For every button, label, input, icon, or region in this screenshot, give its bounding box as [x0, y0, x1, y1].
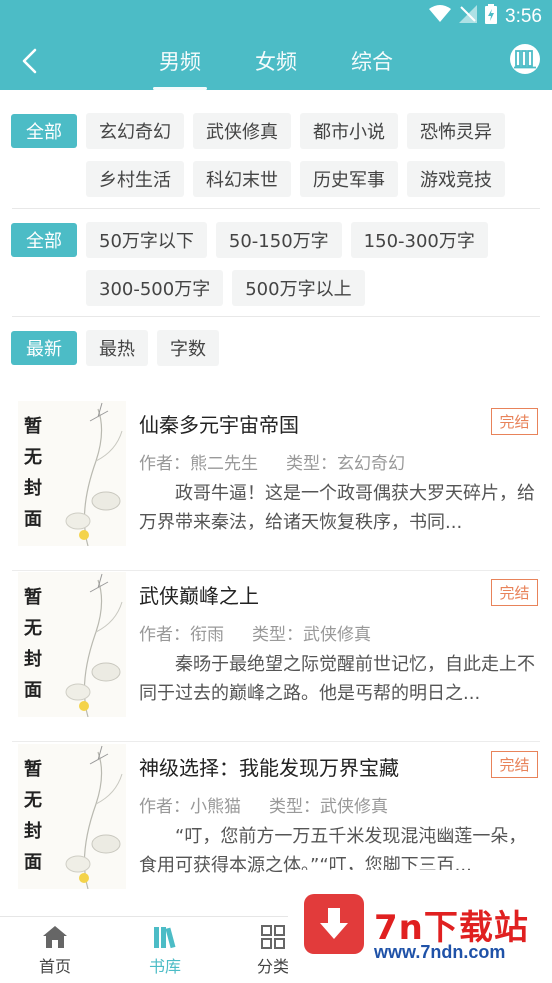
status-icons: 3:56 — [429, 4, 542, 29]
header: 男频 女频 综合 — [0, 32, 552, 90]
sort-hot-chip[interactable]: 最热 — [86, 330, 148, 366]
book-item[interactable]: 暂无封面 武侠巅峰之上 完结 作者：衔雨 类型：武侠修真 秦旸于最绝望之际觉醒前… — [0, 572, 552, 742]
channel-tabs: 男频 女频 综合 — [0, 32, 552, 90]
tab-female[interactable]: 女频 — [255, 32, 297, 90]
cover-placeholder-text: 暂无封面 — [24, 416, 42, 530]
divider — [12, 208, 540, 209]
genre-chip[interactable]: 科幻末世 — [193, 161, 291, 197]
book-item[interactable]: 暂无封面 仙秦多元宇宙帝国 完结 作者：熊二先生 类型：玄幻奇幻 政哥牛逼！这是… — [0, 401, 552, 571]
watermark-url: www.7ndn.com — [374, 942, 506, 962]
book-description: 秦旸于最绝望之际觉醒前世记忆，自此走上不同于过去的巅峰之路。他是丐帮的明日之..… — [139, 654, 535, 704]
genre-chip[interactable]: 乡村生活 — [86, 161, 184, 197]
book-cover: 暂无封面 — [18, 572, 126, 717]
length-chip[interactable]: 50万字以下 — [86, 222, 207, 258]
book-author: 作者：小熊猫 — [139, 797, 241, 817]
length-chip[interactable]: 150-300万字 — [350, 222, 488, 258]
nav-category-label: 分类 — [256, 957, 289, 976]
grid-icon — [261, 925, 285, 949]
book-description: 政哥牛逼！这是一个政哥偶获大罗天碎片，给万界带来秦法，给诸天恢复秩序，书同... — [139, 483, 535, 533]
book-title[interactable]: 神级选择：我能发现万界宝藏 — [139, 752, 399, 781]
book-title[interactable]: 武侠巅峰之上 — [139, 580, 259, 609]
book-type: 类型：玄幻奇幻 — [286, 454, 405, 474]
sort-filter: 最新 最热 字数 — [0, 330, 552, 366]
book-author: 作者：衔雨 — [139, 625, 224, 645]
book-meta: 作者：衔雨 类型：武侠修真 — [139, 620, 371, 645]
book-cover: 暂无封面 — [18, 401, 126, 546]
genre-all-chip[interactable]: 全部 — [11, 114, 77, 148]
sort-latest-chip[interactable]: 最新 — [11, 331, 77, 365]
nav-library[interactable]: 书库 — [120, 925, 210, 977]
genre-chip[interactable]: 恐怖灵异 — [407, 113, 505, 149]
length-chip[interactable]: 300-500万字 — [86, 270, 224, 306]
status-badge: 完结 — [491, 408, 538, 435]
book-cover: 暂无封面 — [18, 744, 126, 889]
genre-chip[interactable]: 都市小说 — [300, 113, 398, 149]
genre-chip[interactable]: 游戏竞技 — [407, 161, 505, 197]
divider — [12, 741, 540, 742]
tab-general[interactable]: 综合 — [351, 32, 393, 90]
length-all-chip[interactable]: 全部 — [11, 223, 77, 257]
genre-chip[interactable]: 玄幻奇幻 — [86, 113, 184, 149]
wifi-icon — [429, 5, 452, 28]
status-time: 3:56 — [505, 5, 542, 27]
battery-icon — [485, 4, 498, 29]
genre-chip[interactable]: 武侠修真 — [193, 113, 291, 149]
cover-placeholder-text: 暂无封面 — [24, 587, 42, 701]
signal-icon — [459, 5, 478, 28]
home-icon — [43, 926, 67, 948]
status-bar: 3:56 — [0, 0, 552, 32]
book-type: 类型：武侠修真 — [252, 625, 371, 645]
tab-male[interactable]: 男频 — [153, 32, 207, 90]
length-filter: 全部 50万字以下 50-150万字 150-300万字 300-500万字 5… — [0, 222, 552, 306]
book-type: 类型：武侠修真 — [269, 797, 388, 817]
site-watermark: 7n下载站 www.7ndn.com — [288, 870, 552, 983]
nav-library-label: 书库 — [148, 957, 181, 976]
nav-home-label: 首页 — [38, 957, 71, 976]
nav-home[interactable]: 首页 — [10, 925, 100, 977]
status-badge: 完结 — [491, 579, 538, 606]
length-chip[interactable]: 500万字以上 — [232, 270, 365, 306]
bookshelf-icon — [514, 50, 536, 69]
divider — [12, 570, 540, 571]
download-icon — [304, 894, 364, 954]
book-title[interactable]: 仙秦多元宇宙帝国 — [139, 409, 299, 438]
book-meta: 作者：小熊猫 类型：武侠修真 — [139, 792, 388, 817]
book-meta: 作者：熊二先生 类型：玄幻奇幻 — [139, 449, 405, 474]
genre-filter: 全部 玄幻奇幻 武侠修真 都市小说 恐怖灵异 乡村生活 科幻末世 历史军事 游戏… — [0, 113, 552, 197]
books-icon — [154, 927, 176, 949]
bookshelf-button[interactable] — [510, 44, 540, 74]
status-badge: 完结 — [491, 751, 538, 778]
book-author: 作者：熊二先生 — [139, 454, 258, 474]
length-chip[interactable]: 50-150万字 — [215, 222, 342, 258]
genre-chip[interactable]: 历史军事 — [300, 161, 398, 197]
sort-wordcount-chip[interactable]: 字数 — [157, 330, 219, 366]
divider — [12, 316, 540, 317]
cover-placeholder-text: 暂无封面 — [24, 759, 42, 873]
